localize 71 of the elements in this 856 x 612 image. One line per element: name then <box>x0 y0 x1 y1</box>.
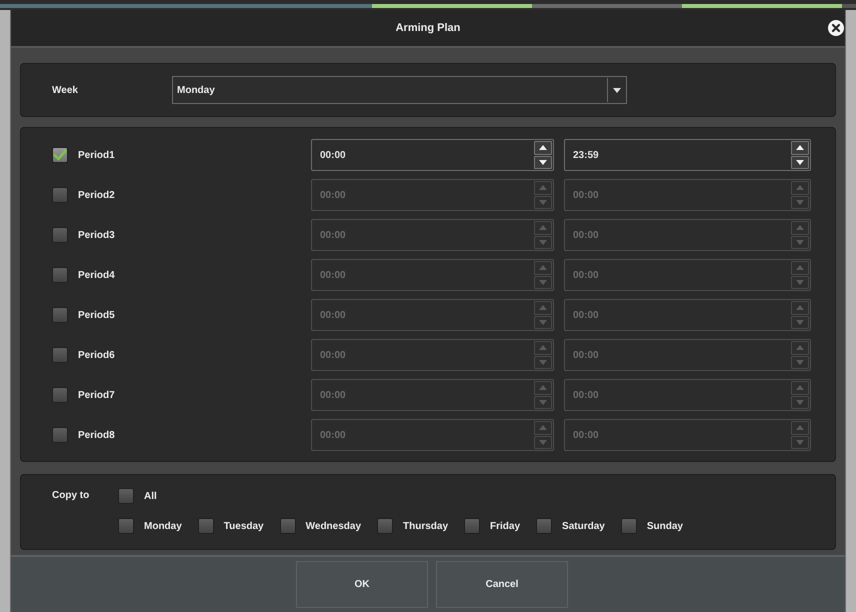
day-checkbox[interactable] <box>464 518 480 534</box>
week-label: Week <box>52 84 79 96</box>
increment-button[interactable] <box>534 141 552 154</box>
period-label: Period8 <box>78 430 116 440</box>
day-checkbox[interactable] <box>620 518 637 534</box>
end-time-field[interactable]: 23:59 <box>564 139 811 171</box>
up-triangle-icon <box>796 425 804 430</box>
up-triangle-icon <box>796 265 804 270</box>
period-label: Period2 <box>78 190 116 200</box>
day-label: Tuesday <box>224 520 264 532</box>
week-dropdown[interactable]: Monday <box>172 76 627 104</box>
window-title: Arming Plan <box>396 22 460 34</box>
up-triangle-icon <box>796 385 804 390</box>
period-label: Period1 <box>78 150 116 160</box>
up-triangle-icon <box>539 385 547 390</box>
down-triangle-icon <box>796 200 804 205</box>
period-label: Period5 <box>78 310 116 320</box>
period-label: Period6 <box>78 350 116 360</box>
day-checkbox[interactable] <box>377 518 394 534</box>
down-triangle-icon <box>539 440 547 445</box>
down-triangle-icon <box>539 240 547 245</box>
up-triangle-icon <box>539 265 547 270</box>
period-checkbox[interactable] <box>52 147 68 163</box>
down-triangle-icon <box>539 200 547 205</box>
down-triangle-icon <box>796 320 804 325</box>
up-triangle-icon <box>796 145 804 150</box>
copy-to-label: Copy to <box>52 489 90 503</box>
up-triangle-icon <box>539 185 547 190</box>
down-triangle-icon <box>539 160 547 165</box>
start-time-field[interactable]: 00:00 <box>311 139 554 171</box>
up-triangle-icon <box>796 185 804 190</box>
day-label: Monday <box>144 520 182 532</box>
period-label: Period4 <box>78 270 116 280</box>
down-triangle-icon <box>539 280 547 285</box>
close-button[interactable] <box>828 20 844 36</box>
up-triangle-icon <box>796 225 804 230</box>
all-label: All <box>144 490 157 502</box>
increment-button[interactable] <box>791 141 809 154</box>
down-triangle-icon <box>796 280 804 285</box>
up-triangle-icon <box>539 225 547 230</box>
up-triangle-icon <box>796 345 804 350</box>
day-checkbox[interactable] <box>118 518 134 534</box>
down-triangle-icon <box>539 320 547 325</box>
checkmark-icon <box>53 149 67 161</box>
down-triangle-icon <box>539 360 547 365</box>
down-triangle-icon <box>796 240 804 245</box>
day-checkbox[interactable] <box>198 518 214 534</box>
up-triangle-icon <box>539 145 547 150</box>
down-triangle-icon <box>539 400 547 405</box>
day-checkbox[interactable] <box>280 518 296 534</box>
day-checkbox[interactable] <box>536 518 552 534</box>
decrement-button[interactable] <box>534 156 552 169</box>
up-triangle-icon <box>796 305 804 310</box>
ok-button[interactable]: OK <box>296 561 428 608</box>
down-triangle-icon <box>796 440 804 445</box>
cancel-button[interactable]: Cancel <box>436 561 568 608</box>
down-triangle-icon <box>796 160 804 165</box>
day-label: Sunday <box>646 520 683 532</box>
all-checkbox[interactable] <box>118 488 134 504</box>
day-label: Friday <box>490 520 520 532</box>
up-triangle-icon <box>539 345 547 350</box>
up-triangle-icon <box>539 425 547 430</box>
period-label: Period7 <box>78 390 116 400</box>
period-label: Period3 <box>78 230 116 240</box>
day-label: Thursday <box>403 520 448 532</box>
decrement-button[interactable] <box>791 156 809 169</box>
day-label: Wednesday <box>306 520 362 532</box>
day-label: Saturday <box>562 520 605 532</box>
down-triangle-icon <box>796 400 804 405</box>
up-triangle-icon <box>539 305 547 310</box>
down-triangle-icon <box>796 360 804 365</box>
